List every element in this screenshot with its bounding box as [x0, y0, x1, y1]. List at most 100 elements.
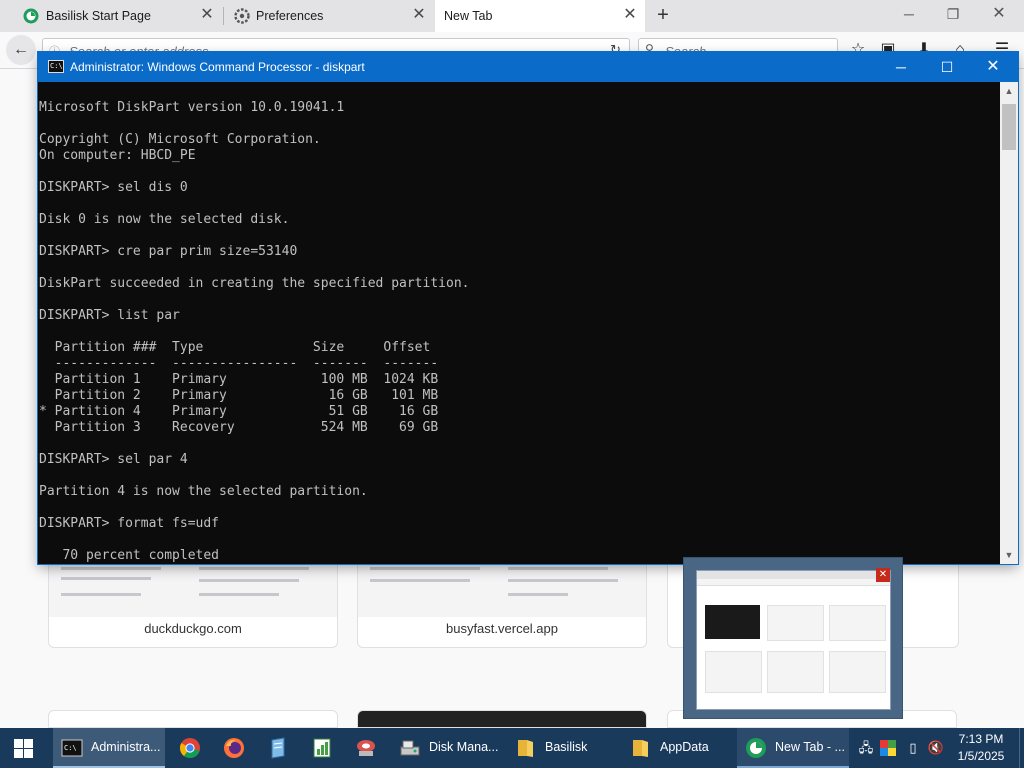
tab-label: Preferences — [256, 9, 324, 23]
thumbnail-line — [508, 567, 608, 570]
scroll-thumb[interactable] — [1002, 104, 1016, 150]
scroll-down-icon[interactable]: ▼ — [1000, 546, 1018, 564]
preview-window-image — [696, 570, 891, 710]
folder-icon — [518, 740, 533, 757]
windows-logo-icon — [14, 739, 23, 748]
browser-minimize-button[interactable]: ─ — [897, 4, 921, 24]
tab-new-tab[interactable]: New Tab ✕ — [435, 0, 645, 32]
hdd-icon — [357, 740, 375, 756]
show-desktop-button[interactable] — [1019, 728, 1024, 768]
tab-label: New Tab — [444, 9, 493, 23]
thumbnail-line — [508, 593, 568, 596]
chrome-icon — [179, 738, 200, 759]
preview-tile — [829, 605, 886, 641]
taskbar-thumbnail-preview[interactable]: ✕ — [683, 557, 903, 719]
taskbar-pin-spreadsheet[interactable] — [300, 728, 344, 768]
top-site-tile[interactable]: duckduckgo.com — [48, 556, 338, 648]
preview-tile — [705, 651, 762, 693]
basilisk-icon — [746, 738, 766, 758]
taskbar-item-disk-management[interactable]: Disk Mana... — [391, 728, 503, 768]
tile-thumbnail — [358, 557, 646, 617]
taskbar-pin-hdd-tool[interactable] — [344, 728, 388, 768]
cmd-icon: C:\ — [61, 739, 83, 757]
windows-logo-icon — [14, 749, 23, 758]
top-site-tile[interactable] — [48, 710, 338, 728]
gear-icon — [234, 8, 250, 24]
thumbnail-line — [370, 579, 470, 582]
top-site-tile[interactable] — [357, 710, 647, 728]
windows-taskbar: C:\ Administra... Disk Mana... Basilisk … — [0, 728, 1024, 768]
tab-label: Basilisk Start Page — [46, 9, 151, 23]
thumbnail-line — [199, 567, 309, 570]
clock-time: 7:13 PM — [958, 732, 1004, 746]
preview-tile — [767, 651, 824, 693]
close-tab-icon[interactable]: ✕ — [621, 6, 639, 24]
taskbar-item-label: Administra... — [91, 740, 161, 754]
tile-label: duckduckgo.com — [144, 621, 242, 636]
thumbnail-line — [199, 579, 299, 582]
usb-drive-icon[interactable]: ▯ — [904, 738, 922, 758]
taskbar-item-label: Basilisk — [545, 740, 588, 754]
cmd-output: Microsoft DiskPart version 10.0.19041.1 … — [39, 100, 470, 563]
svg-text:C:\: C:\ — [64, 744, 77, 752]
system-clock[interactable]: 7:13 PM 1/5/2025 — [952, 731, 1010, 765]
back-arrow-icon: ← — [13, 41, 29, 58]
color-grid-icon — [880, 740, 896, 756]
taskbar-item-cmd[interactable]: C:\ Administra... — [53, 728, 165, 768]
tile-thumbnail — [49, 557, 337, 617]
disk-management-icon — [400, 740, 420, 756]
cmd-minimize-button[interactable]: ─ — [878, 52, 924, 82]
volume-muted-icon[interactable]: 🔇 — [927, 738, 945, 758]
cmd-close-button[interactable]: ✕ — [970, 52, 1016, 82]
close-tab-icon[interactable]: ✕ — [410, 6, 428, 24]
windows-logo-icon — [24, 749, 33, 758]
close-tab-icon[interactable]: ✕ — [198, 6, 216, 24]
windows-logo-icon — [24, 739, 33, 748]
preview-tabs — [697, 571, 890, 579]
taskbar-pin-notepad[interactable] — [256, 728, 300, 768]
notepad-icon — [271, 737, 285, 759]
thumbnail-line — [61, 593, 141, 596]
taskbar-item-label: Disk Mana... — [429, 740, 499, 754]
back-button[interactable]: ← — [6, 35, 36, 65]
taskbar-pin-chrome[interactable] — [168, 728, 212, 768]
thumbnail-line — [61, 577, 151, 580]
taskbar-item-basilisk-folder[interactable]: Basilisk — [507, 728, 619, 768]
preview-cmd — [705, 605, 760, 639]
cmd-maximize-button[interactable]: ☐ — [924, 52, 970, 82]
cmd-window[interactable]: C:\ Administrator: Windows Command Proce… — [38, 52, 1018, 564]
thumbnail-line — [508, 579, 618, 582]
preview-tile — [829, 651, 886, 693]
preview-nav — [697, 579, 890, 586]
taskbar-item-label: New Tab - ... — [775, 740, 845, 754]
thumbnail-line — [370, 567, 480, 570]
browser-restore-button[interactable]: ❐ — [941, 4, 965, 24]
cmd-title-bar[interactable]: C:\ Administrator: Windows Command Proce… — [38, 52, 1018, 82]
thumbnail-line — [61, 567, 161, 570]
firefox-icon — [224, 738, 244, 758]
tab-preferences[interactable]: Preferences ✕ — [224, 0, 434, 32]
clock-date: 1/5/2025 — [957, 749, 1005, 763]
scroll-up-icon[interactable]: ▲ — [1000, 82, 1018, 100]
network-icon[interactable]: 🖧 — [857, 738, 875, 758]
new-tab-button[interactable]: + — [652, 4, 674, 26]
taskbar-pin-firefox[interactable] — [212, 728, 256, 768]
top-site-tile[interactable]: busyfast.vercel.app — [357, 556, 647, 648]
browser-tab-bar: Basilisk Start Page ✕ Preferences ✕ New … — [0, 0, 1024, 32]
thumbnail-line — [199, 593, 279, 596]
cmd-scrollbar[interactable]: ▲ ▼ — [1000, 82, 1018, 564]
folder-icon — [633, 740, 648, 757]
cmd-console[interactable]: Microsoft DiskPart version 10.0.19041.1 … — [38, 82, 1000, 564]
tile-label: busyfast.vercel.app — [445, 621, 558, 636]
spreadsheet-icon — [313, 738, 331, 758]
taskbar-item-label: AppData — [660, 740, 709, 754]
browser-close-button[interactable]: ✕ — [987, 4, 1011, 24]
taskbar-item-new-tab[interactable]: New Tab - ... — [737, 728, 849, 768]
taskbar-item-appdata-folder[interactable]: AppData — [622, 728, 734, 768]
cmd-window-title: Administrator: Windows Command Processor… — [70, 60, 365, 74]
start-button[interactable] — [0, 728, 48, 768]
preview-close-button[interactable]: ✕ — [876, 568, 890, 582]
color-picker-icon[interactable] — [879, 738, 897, 758]
tab-basilisk-start-page[interactable]: Basilisk Start Page ✕ — [0, 0, 222, 32]
basilisk-icon — [23, 8, 39, 24]
